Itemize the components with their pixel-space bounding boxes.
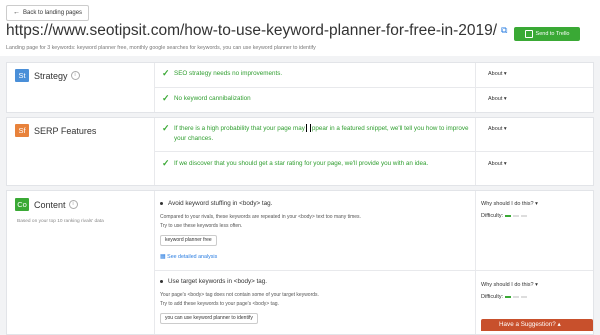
table-icon: ▦ (160, 254, 166, 260)
difficulty-bar (505, 295, 512, 298)
send-to-trello-button[interactable]: Send to Trello (514, 27, 580, 41)
divider (154, 151, 593, 152)
content-item-title: Use target keywords in <body> tag. (160, 278, 267, 285)
content-item-title: Avoid keyword stuffing in <body> tag. (160, 200, 272, 207)
strategy-card: St Strategy i ✓ SEO strategy needs no im… (6, 62, 594, 113)
serp-row-text: If there is a high probability that your… (174, 124, 472, 144)
why-should-i-do-this-dropdown[interactable]: Why should I do this? ▾ (481, 282, 538, 288)
trello-icon (524, 29, 533, 38)
about-label: About (488, 161, 503, 167)
difficulty-label: Difficulty: (481, 294, 504, 300)
info-icon[interactable]: i (70, 71, 80, 80)
about-label: About (488, 126, 503, 132)
serp-features-card: Sf SERP Features ✓ If there is a high pr… (6, 117, 594, 186)
about-label: About (488, 71, 503, 77)
content-subtitle: Based on your top 10 ranking rivals' dat… (17, 219, 104, 224)
why-label: Why should I do this? (481, 282, 534, 288)
why-should-i-do-this-dropdown[interactable]: Why should I do this? ▾ (481, 201, 538, 207)
difficulty-indicator: Difficulty: (481, 294, 528, 300)
strategy-row-text: No keyword cannibalization (174, 95, 251, 102)
difficulty-bar (521, 214, 528, 217)
strategy-badge: St (15, 69, 29, 82)
about-dropdown[interactable]: About ▾ (488, 96, 507, 102)
serp-heading: Sf SERP Features (15, 124, 96, 137)
difficulty-bar (521, 295, 528, 298)
chevron-down-icon: ▾ (503, 126, 507, 132)
checkmark-icon: ✓ (162, 123, 170, 133)
content-item-desc: Your page's <body> tag does not contain … (160, 292, 319, 298)
serp-row-text: If we discover that you should get a sta… (174, 160, 429, 167)
content-badge: Co (15, 198, 29, 211)
content-heading: Co Content i (15, 198, 78, 211)
chevron-down-icon: ▾ (503, 96, 507, 102)
checkmark-icon: ✓ (162, 93, 170, 103)
why-label: Why should I do this? (481, 201, 534, 207)
info-icon[interactable]: i (68, 200, 78, 209)
content-item-desc: Try to add these keywords to your page's… (160, 301, 279, 307)
serp-row-text-part: If there is a high probability that your… (174, 125, 305, 132)
bullet-icon (160, 201, 163, 205)
divider (475, 191, 476, 334)
detail-link-label: See detailed analysis (167, 254, 218, 260)
strategy-label: Strategy (34, 70, 68, 81)
difficulty-bar (513, 295, 520, 298)
back-to-landing-pages-button[interactable]: ← Back to landing pages (6, 5, 90, 21)
divider (154, 191, 155, 334)
serp-badge: Sf (15, 124, 29, 137)
strategy-row-text: SEO strategy needs no improvements. (174, 70, 283, 77)
about-label: About (488, 96, 503, 102)
bullet-icon (160, 279, 163, 283)
difficulty-bar (505, 214, 512, 217)
back-button-label: Back to landing pages (23, 10, 83, 16)
divider (154, 87, 593, 88)
send-to-trello-label: Send to Trello (535, 31, 570, 37)
item-title-text: Avoid keyword stuffing in <body> tag. (168, 200, 273, 207)
page-header: ← Back to landing pages https://www.seoti… (0, 0, 600, 56)
keyword-tag[interactable]: you can use keyword planner to identify (160, 313, 258, 324)
serp-label: SERP Features (34, 125, 97, 136)
content-item-desc: Try to use these keywords less often. (160, 223, 243, 229)
difficulty-indicator: Difficulty: (481, 213, 528, 219)
difficulty-bar (513, 214, 520, 217)
difficulty-label: Difficulty: (481, 213, 504, 219)
text-cursor-icon (305, 124, 311, 133)
chevron-down-icon: ▾ (503, 161, 507, 167)
chevron-down-icon: ▾ (535, 282, 538, 288)
keyword-tag[interactable]: keyword planner free (160, 235, 217, 246)
arrow-left-icon: ← (13, 9, 20, 16)
item-title-text: Use target keywords in <body> tag. (168, 278, 268, 285)
page-url: https://www.seotipsit.com/how-to-use-key… (6, 22, 507, 40)
checkmark-icon: ✓ (162, 158, 170, 168)
page-url-text: https://www.seotipsit.com/how-to-use-key… (6, 22, 498, 39)
content-card: Co Content i Based on your top 10 rankin… (6, 190, 594, 335)
about-dropdown[interactable]: About ▾ (488, 126, 507, 132)
chevron-down-icon: ▾ (503, 71, 507, 77)
checkmark-icon: ✓ (162, 68, 170, 78)
content-label: Content (34, 199, 66, 210)
see-detailed-analysis-link[interactable]: ▦ See detailed analysis (160, 253, 217, 260)
content-item-desc: Compared to your rivals, these keywords … (160, 214, 361, 220)
about-dropdown[interactable]: About ▾ (488, 71, 507, 77)
page-subtitle: Landing page for 3 keywords: keyword pla… (6, 45, 316, 51)
about-dropdown[interactable]: About ▾ (488, 161, 507, 167)
strategy-heading: St Strategy i (15, 69, 80, 82)
divider (154, 270, 593, 271)
external-link-icon[interactable]: ⧉ (501, 25, 507, 36)
have-a-suggestion-button[interactable]: Have a Suggestion? ▴ (481, 319, 593, 331)
chevron-down-icon: ▾ (535, 201, 538, 207)
